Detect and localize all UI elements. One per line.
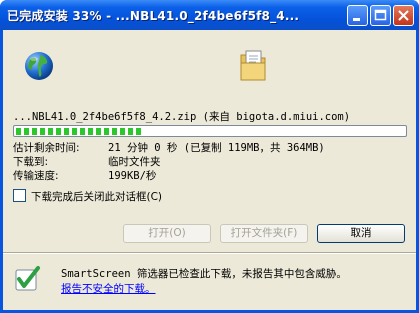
download-dialog-window: 已完成安装 33% - ...NBL41.0_2f4be6f5f8_4... .… (0, 0, 419, 313)
remaining-time-value: 21 分钟 0 秒 (已复制 119MB，共 364MB) (108, 142, 325, 154)
close-when-done-label[interactable]: 下载完成后关闭此对话框(C) (31, 189, 162, 204)
progress-segment (56, 128, 61, 135)
file-source-line: ...NBL41.0_2f4be6f5f8_4.2.zip (来自 bigota… (13, 111, 351, 123)
progress-segment (16, 128, 21, 135)
transfer-speed-label: 传输速度: (13, 170, 59, 182)
progress-segment (32, 128, 37, 135)
window-title: 已完成安装 33% - ...NBL41.0_2f4be6f5f8_4... (7, 9, 300, 23)
transfer-speed-value: 199KB/秒 (108, 170, 157, 182)
minimize-icon (353, 18, 360, 21)
report-link-wrapper: 报告不安全的下载。 (61, 281, 156, 296)
maximize-icon (374, 9, 387, 21)
progress-segment (96, 128, 101, 135)
download-to-label: 下载到: (13, 156, 49, 168)
progress-segment (112, 128, 117, 135)
progress-segment (48, 128, 53, 135)
close-button[interactable] (393, 5, 414, 26)
close-when-done-checkbox[interactable] (13, 189, 26, 202)
progress-segment (104, 128, 109, 135)
progress-segment (80, 128, 85, 135)
progress-segment (120, 128, 125, 135)
progress-segment (64, 128, 69, 135)
progress-segment (72, 128, 77, 135)
open-folder-button[interactable]: 打开文件夹(F) (220, 224, 308, 243)
cancel-button[interactable]: 取消 (317, 224, 405, 243)
close-icon (398, 10, 409, 21)
progress-segment (40, 128, 45, 135)
shield-check-icon (15, 266, 40, 291)
globe-icon (25, 52, 53, 80)
download-progress-bar (13, 125, 407, 137)
progress-segment (88, 128, 93, 135)
folder-document-icon (240, 50, 266, 81)
report-unsafe-download-link[interactable]: 报告不安全的下载。 (61, 283, 156, 295)
maximize-button[interactable] (370, 5, 391, 26)
minimize-button[interactable] (347, 5, 368, 26)
remaining-time-label: 估计剩余时间: (13, 142, 80, 154)
smartscreen-message: SmartScreen 筛选器已检查此下载，未报告其中包含威胁。 (61, 268, 347, 280)
download-to-value: 临时文件夹 (108, 156, 161, 168)
progress-segment (128, 128, 133, 135)
dialog-body: ...NBL41.0_2f4be6f5f8_4.2.zip (来自 bigota… (3, 30, 416, 310)
progress-segment (24, 128, 29, 135)
footer-divider (3, 252, 416, 254)
title-bar[interactable]: 已完成安装 33% - ...NBL41.0_2f4be6f5f8_4... (0, 0, 419, 30)
open-button[interactable]: 打开(O) (123, 224, 211, 243)
progress-segment (136, 128, 141, 135)
